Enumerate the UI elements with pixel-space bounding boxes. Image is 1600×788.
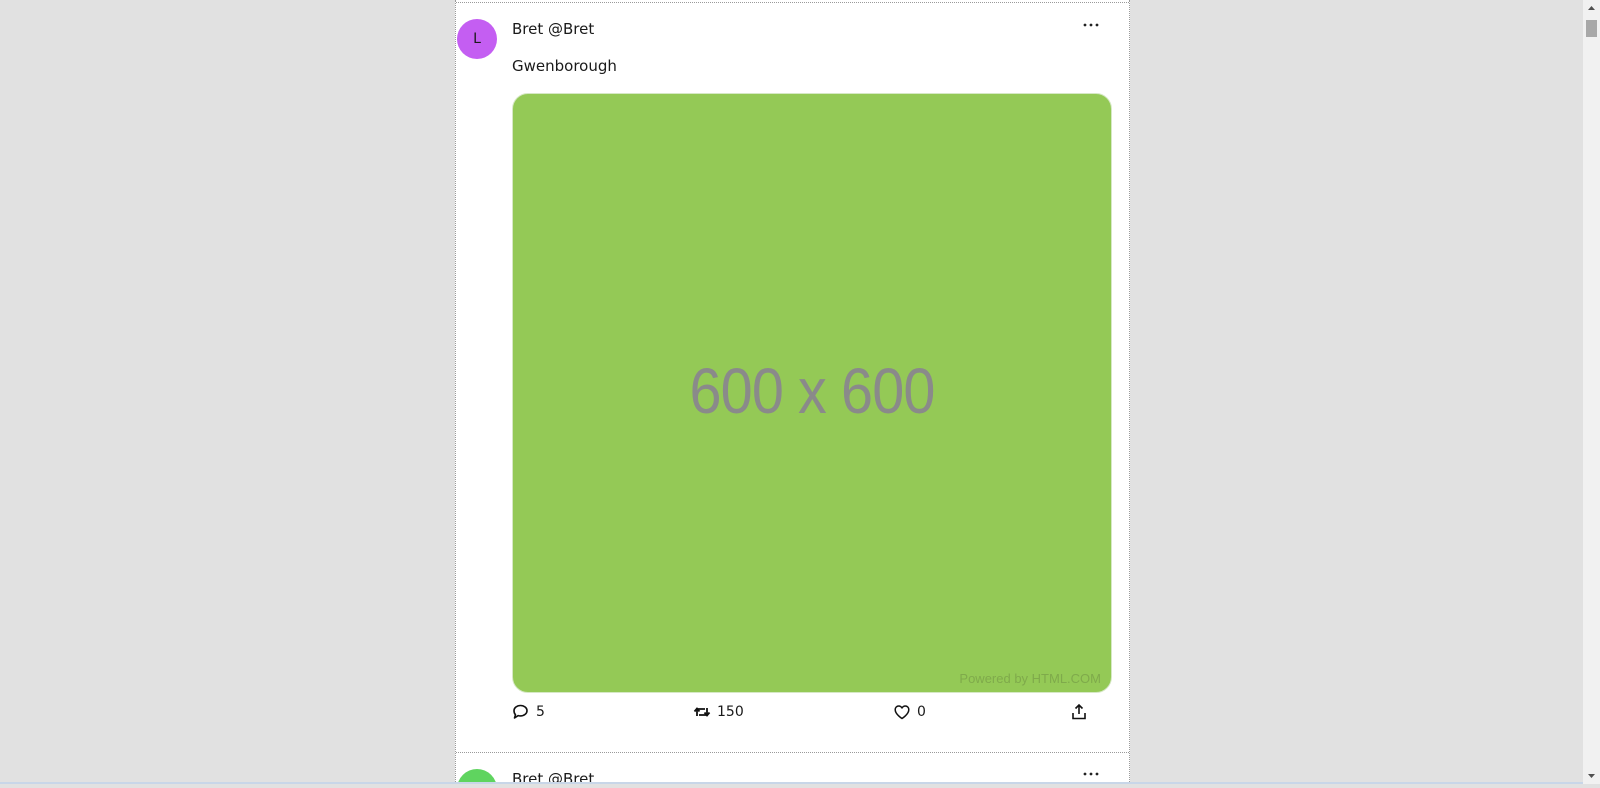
share-icon [1070,703,1088,721]
reply-button[interactable]: 5 [512,703,545,721]
placeholder-credit: Powered by HTML.COM [959,671,1101,686]
speech-bubble-icon [512,703,530,721]
tweet-card[interactable]: Bret @Bret [456,753,1129,784]
ellipsis-icon [1083,23,1099,27]
ellipsis-icon [1083,772,1099,776]
placeholder-size-label: 600 x 600 [689,355,936,427]
retweet-icon [693,703,711,721]
reply-count: 5 [536,704,545,720]
scroll-down-arrow-icon[interactable] [1583,767,1600,784]
scrollbar-thumb[interactable] [1586,20,1597,37]
tweet-actions: 5 150 0 [456,703,1129,731]
author-name[interactable]: Bret @Bret [512,20,594,38]
tweet-media-image[interactable]: 600 x 600 Powered by HTML.COM [512,93,1112,693]
like-count: 0 [917,704,926,720]
tweet-text: Gwenborough [512,57,617,75]
vertical-scrollbar[interactable] [1583,0,1600,784]
scroll-up-arrow-icon[interactable] [1583,0,1600,17]
share-button[interactable] [1070,703,1088,721]
retweet-count: 150 [717,704,744,720]
more-options-button[interactable] [1076,13,1106,37]
tweet-card[interactable]: L Bret @Bret Gwenborough 600 x 600 Power… [456,3,1129,753]
like-button[interactable]: 0 [893,703,926,721]
more-options-button[interactable] [1076,762,1106,784]
avatar[interactable]: L [457,19,497,59]
tweet-feed: L Bret @Bret Gwenborough 600 x 600 Power… [455,0,1130,784]
heart-icon [893,703,911,721]
retweet-button[interactable]: 150 [693,703,744,721]
